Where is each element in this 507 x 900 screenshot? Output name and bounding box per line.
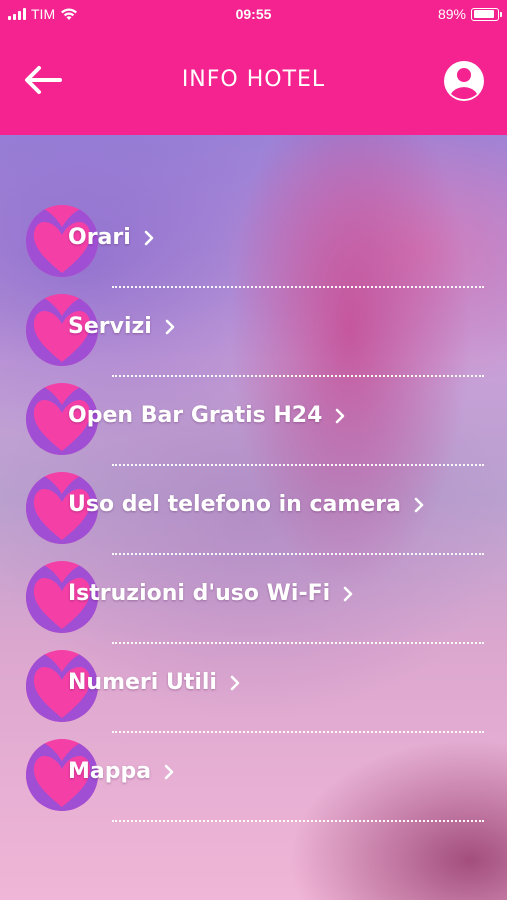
chevron-right-icon [230, 675, 240, 690]
menu-item-text: Uso del telefono in camera [68, 492, 401, 517]
dotted-divider [112, 731, 484, 733]
battery-fill [473, 10, 494, 18]
status-bar: TIM 09:55 89% [0, 0, 507, 30]
menu-item[interactable]: Open Bar Gratis H24 [0, 383, 507, 472]
menu-item-label: Open Bar Gratis H24 [68, 403, 346, 428]
menu-item-label: Mappa [68, 759, 175, 784]
menu-item-label: Servizi [68, 314, 176, 339]
menu-item-label: Orari [68, 225, 155, 250]
chevron-right-icon [164, 764, 174, 779]
chevron-right-icon [165, 319, 175, 334]
menu-item-text: Istruzioni d'uso Wi-Fi [68, 581, 331, 606]
menu-item[interactable]: Istruzioni d'uso Wi-Fi [0, 561, 507, 650]
chevron-right-icon [343, 586, 353, 601]
menu-item[interactable]: Orari [0, 205, 507, 294]
menu-item-text: Numeri Utili [68, 670, 217, 695]
dotted-divider [112, 375, 484, 377]
user-profile-icon[interactable] [443, 60, 485, 102]
chevron-right-icon [414, 497, 424, 512]
menu-item[interactable]: Uso del telefono in camera [0, 472, 507, 561]
battery-percent: 89% [437, 6, 466, 22]
dotted-divider [112, 553, 484, 555]
chevron-right-icon [144, 230, 154, 245]
clock: 09:55 [235, 6, 272, 22]
menu-item-label: Numeri Utili [68, 670, 241, 695]
chevron-right-icon [336, 408, 345, 423]
menu-item-label: Istruzioni d'uso Wi-Fi [68, 581, 354, 606]
battery-icon [471, 7, 502, 21]
header-bar: INFO HOTEL [0, 30, 507, 135]
dotted-divider [112, 820, 484, 822]
menu-item-text: Orari [68, 225, 131, 250]
menu-item[interactable]: Mappa [0, 739, 507, 828]
menu-item-label: Uso del telefono in camera [68, 492, 425, 517]
dotted-divider [112, 642, 484, 644]
menu-item-text: Mappa [68, 759, 152, 784]
status-right: 89% [437, 6, 502, 22]
menu-item[interactable]: Servizi [0, 294, 507, 383]
menu-item-text: Open Bar Gratis H24 [68, 403, 323, 428]
page-title: INFO HOTEL [181, 67, 326, 92]
dotted-divider [112, 464, 484, 466]
dotted-divider [112, 286, 484, 288]
menu-item-text: Servizi [68, 314, 152, 339]
menu-item[interactable]: Numeri Utili [0, 650, 507, 739]
